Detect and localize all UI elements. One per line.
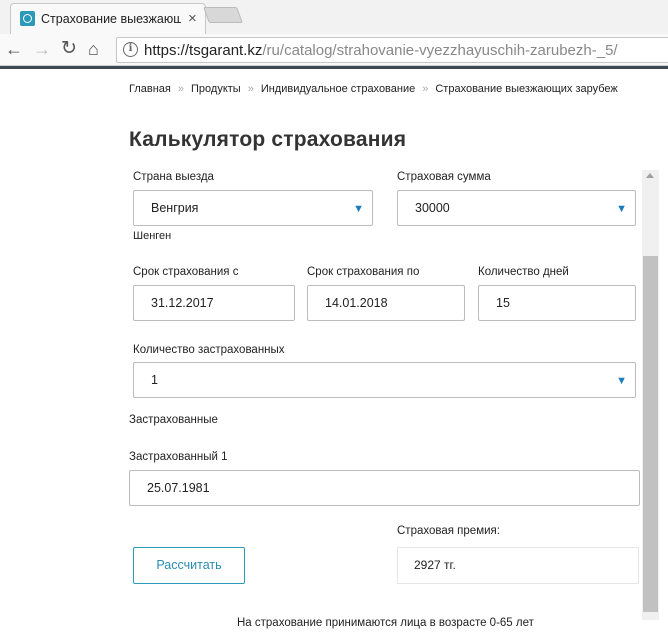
- close-tab-icon[interactable]: ×: [188, 10, 197, 27]
- country-label: Страна выезда: [133, 171, 214, 183]
- dropdown-arrow-icon: ▼: [616, 203, 627, 215]
- country-value: Венгрия: [151, 201, 199, 215]
- sum-select[interactable]: 30000 ▼: [397, 190, 636, 226]
- country-select[interactable]: Венгрия ▼: [133, 190, 373, 226]
- date-from-input[interactable]: 31.12.2017: [133, 285, 295, 321]
- site-favicon-icon: [20, 11, 35, 26]
- insured1-label: Застрахованный 1: [129, 451, 228, 463]
- sum-value: 30000: [415, 201, 450, 215]
- forward-arrow-icon[interactable]: →: [33, 39, 51, 59]
- dropdown-arrow-icon: ▼: [353, 203, 364, 215]
- insured1-birthdate-value: 25.07.1981: [147, 481, 210, 495]
- insured-count-value: 1: [151, 373, 158, 387]
- scroll-up-arrow-icon[interactable]: [646, 173, 654, 178]
- dropdown-arrow-icon: ▼: [616, 375, 627, 387]
- new-tab-button[interactable]: [203, 7, 243, 23]
- insured-count-select[interactable]: 1 ▼: [133, 362, 636, 398]
- calculate-button[interactable]: Рассчитать: [133, 547, 245, 584]
- home-icon[interactable]: ⌂: [88, 39, 99, 59]
- browser-tab[interactable]: Страхование выезжающ ×: [10, 3, 206, 34]
- info-icon[interactable]: i: [123, 42, 138, 57]
- premium-value: 2927 тг.: [414, 558, 456, 572]
- date-to-label: Срок страхования по: [307, 266, 420, 278]
- age-restriction-note: На страхование принимаются лица в возрас…: [237, 617, 534, 629]
- browser-toolbar: ← → ↻ ⌂ i https://tsgarant.kz/ru/catalog…: [0, 34, 668, 66]
- address-bar[interactable]: i https://tsgarant.kz/ru/catalog/strahov…: [116, 37, 668, 63]
- reload-icon[interactable]: ↻: [61, 39, 77, 59]
- tab-title: Страхование выезжающ: [41, 12, 181, 26]
- sum-label: Страховая сумма: [397, 171, 491, 183]
- days-label: Количество дней: [478, 266, 569, 278]
- country-zone-note: Шенген: [133, 230, 172, 242]
- url-path: /ru/catalog/strahovanie-vyezzhayuschih-z…: [262, 42, 618, 59]
- breadcrumb-separator: »: [422, 83, 429, 95]
- premium-output: 2927 тг.: [397, 547, 639, 584]
- breadcrumb-separator: »: [177, 83, 184, 95]
- back-arrow-icon[interactable]: ←: [5, 39, 23, 59]
- days-input[interactable]: 15: [478, 285, 636, 321]
- page-scrollbar[interactable]: [642, 170, 659, 620]
- date-to-value: 14.01.2018: [325, 296, 388, 310]
- breadcrumb: Главная » Продукты » Индивидуальное страхова…: [129, 83, 618, 95]
- date-from-value: 31.12.2017: [151, 296, 214, 310]
- site-header-strip: [0, 66, 668, 69]
- date-to-input[interactable]: 14.01.2018: [307, 285, 465, 321]
- insured1-birthdate-input[interactable]: 25.07.1981: [129, 470, 640, 506]
- date-from-label: Срок страхования с: [133, 266, 239, 278]
- browser-tabbar: Страхование выезжающ ×: [0, 0, 668, 34]
- days-value: 15: [496, 296, 510, 310]
- page-title: Калькулятор страхования: [129, 128, 407, 151]
- insured-section-heading: Застрахованные: [129, 414, 218, 426]
- premium-label: Страховая премия:: [397, 525, 500, 537]
- url-text[interactable]: https://tsgarant.kz/ru/catalog/strahovan…: [144, 42, 618, 59]
- url-host: https://tsgarant.kz: [144, 42, 263, 59]
- insured-count-label: Количество застрахованных: [133, 344, 285, 356]
- breadcrumb-item[interactable]: Индивидуальное страхование: [261, 83, 415, 95]
- breadcrumb-item[interactable]: Продукты: [191, 83, 241, 95]
- breadcrumb-item[interactable]: Главная: [129, 83, 171, 95]
- breadcrumb-item[interactable]: Страхование выезжающих зарубеж: [435, 83, 617, 95]
- breadcrumb-separator: »: [247, 83, 254, 95]
- scrollbar-thumb[interactable]: [643, 256, 658, 612]
